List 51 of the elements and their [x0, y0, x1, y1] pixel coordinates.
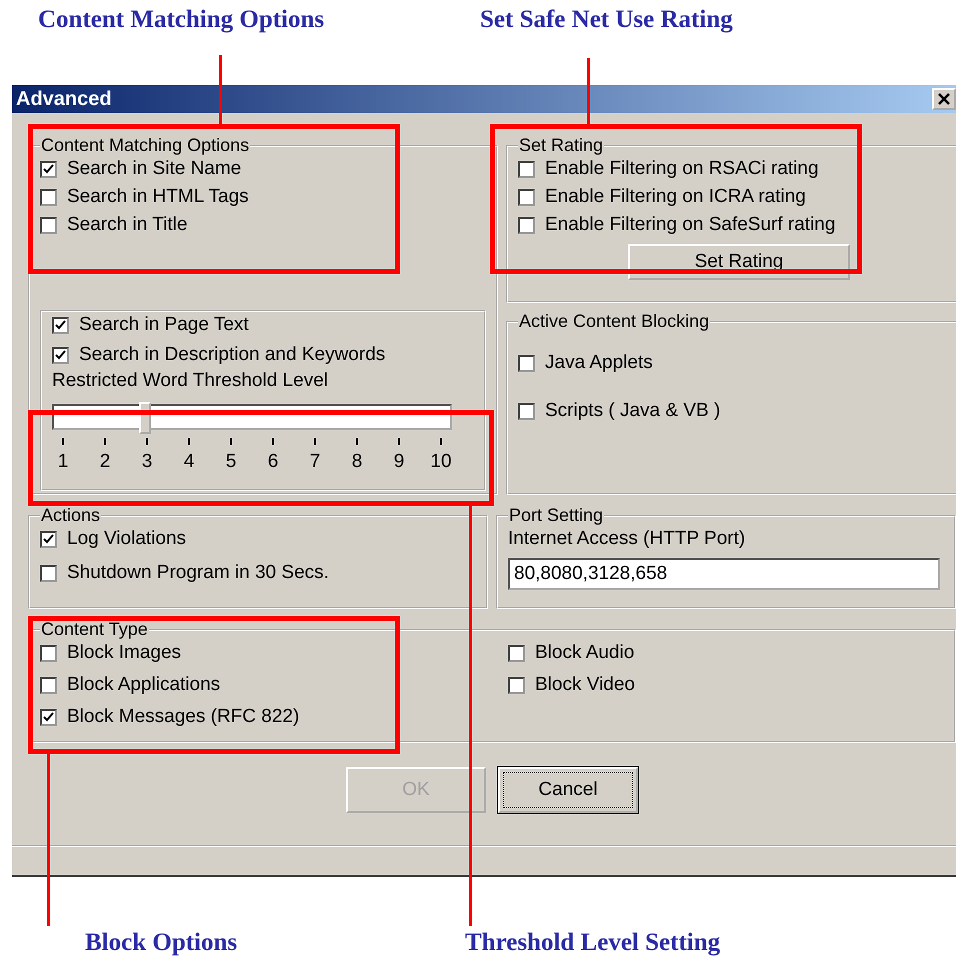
group-label: Set Rating: [518, 135, 604, 156]
tick-label: 6: [262, 438, 284, 473]
check-icon: [55, 350, 66, 360]
checkbox[interactable]: Block Audio: [508, 642, 635, 664]
tick-label: 10: [430, 438, 452, 473]
port-input-field[interactable]: 80,8080,3128,658: [508, 558, 940, 590]
tick-label: 5: [220, 438, 242, 473]
callout-label: Content Matching Options: [38, 6, 324, 34]
tick-label: 4: [178, 438, 200, 473]
close-button[interactable]: [932, 88, 956, 110]
checkbox[interactable]: Block Images: [40, 642, 508, 664]
checkbox[interactable]: Java Applets: [518, 352, 954, 374]
callout-label: Threshold Level Setting: [465, 929, 720, 957]
field-label: Internet Access (HTTP Port): [508, 528, 746, 550]
callout-label: Set Safe Net Use Rating: [480, 6, 733, 34]
checkbox[interactable]: Block Messages (RFC 822): [40, 706, 508, 728]
checkbox[interactable]: Block Applications: [40, 674, 508, 696]
checkbox[interactable]: Search in Site Name: [40, 158, 486, 180]
check-icon: [43, 712, 54, 722]
checkbox[interactable]: Enable Filtering on RSACi rating: [518, 158, 954, 180]
threshold-label: Restricted Word Threshold Level: [52, 370, 329, 392]
checkbox[interactable]: Scripts ( Java & VB ): [518, 400, 954, 422]
checkbox[interactable]: Block Video: [508, 674, 635, 696]
checkbox[interactable]: Search in Description and Keywords: [52, 344, 474, 366]
leader-line: [219, 55, 222, 125]
checkbox[interactable]: Search in HTML Tags: [40, 186, 486, 208]
dialog-button[interactable]: Cancel: [498, 767, 638, 813]
leader-line: [587, 58, 590, 125]
window-title: Advanced: [16, 88, 112, 110]
checkbox[interactable]: Enable Filtering on ICRA rating: [518, 186, 954, 208]
group-label: Port Setting: [508, 505, 604, 526]
tick-label: 3: [136, 438, 158, 473]
check-icon: [43, 534, 54, 544]
close-icon: [938, 93, 950, 105]
group-label: Active Content Blocking: [518, 311, 710, 332]
checkbox[interactable]: Search in Title: [40, 214, 486, 236]
tick-label: 7: [304, 438, 326, 473]
tick-label: 9: [388, 438, 410, 473]
group-label: Content Type: [40, 619, 149, 640]
group-label: Content Matching Options: [40, 135, 250, 156]
checkbox[interactable]: Enable Filtering on SafeSurf rating: [518, 214, 954, 236]
checkbox[interactable]: Log Violations: [40, 528, 476, 550]
checkbox[interactable]: Shutdown Program in 30 Secs.: [40, 562, 476, 584]
check-icon: [43, 164, 54, 174]
check-icon: [55, 320, 66, 330]
tick-label: 1: [52, 438, 74, 473]
checkbox[interactable]: Search in Page Text: [52, 314, 474, 336]
tick-label: 2: [94, 438, 116, 473]
group-label: Actions: [40, 505, 102, 526]
tick-label: 8: [346, 438, 368, 473]
callout-label: Block Options: [85, 929, 238, 957]
